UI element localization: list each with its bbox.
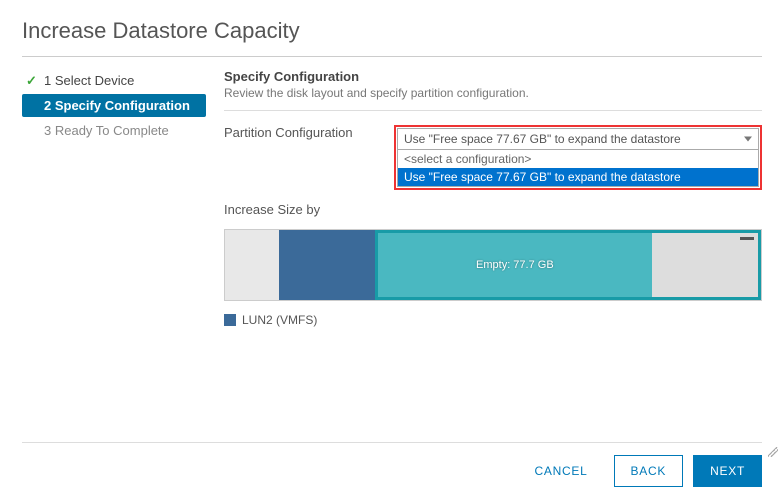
disk-segment-leading [225,230,279,300]
partition-config-dropdown: <select a configuration> Use "Free space… [397,150,759,187]
resize-handle-icon[interactable] [740,237,754,240]
main-panel: Specify Configuration Review the disk la… [224,69,762,327]
step-ready-to-complete: 3 Ready To Complete [22,119,206,142]
legend-swatch-lun [224,314,236,326]
dialog-footer: CANCEL BACK NEXT [22,442,762,487]
dialog-title: Increase Datastore Capacity [22,18,762,57]
dropdown-option-free-space[interactable]: Use "Free space 77.67 GB" to expand the … [398,168,758,186]
legend: LUN2 (VMFS) [224,313,762,327]
partition-config-label: Partition Configuration [224,125,394,140]
disk-layout-bar: Empty: 77.7 GB [224,229,762,301]
cancel-button[interactable]: CANCEL [519,455,604,487]
disk-segment-used [279,230,375,300]
step-specify-configuration[interactable]: 2 Specify Configuration [22,94,206,117]
window-resize-grip-icon[interactable] [768,447,778,457]
section-description: Review the disk layout and specify parti… [224,86,762,100]
partition-config-highlight: Use "Free space 77.67 GB" to expand the … [394,125,762,190]
partition-config-select[interactable]: Use "Free space 77.67 GB" to expand the … [397,128,759,150]
section-heading: Specify Configuration [224,69,762,84]
increase-size-label: Increase Size by [224,202,394,217]
disk-segment-free [652,233,758,297]
back-button[interactable]: BACK [614,455,684,487]
step-select-device[interactable]: 1 Select Device [22,69,206,92]
dropdown-option-placeholder[interactable]: <select a configuration> [398,150,758,168]
divider [224,110,762,111]
next-button[interactable]: NEXT [693,455,762,487]
wizard-steps: 1 Select Device 2 Specify Configuration … [22,69,206,327]
disk-segment-expand[interactable]: Empty: 77.7 GB [375,230,761,300]
legend-label-lun: LUN2 (VMFS) [242,313,317,327]
disk-empty-label: Empty: 77.7 GB [378,233,652,297]
